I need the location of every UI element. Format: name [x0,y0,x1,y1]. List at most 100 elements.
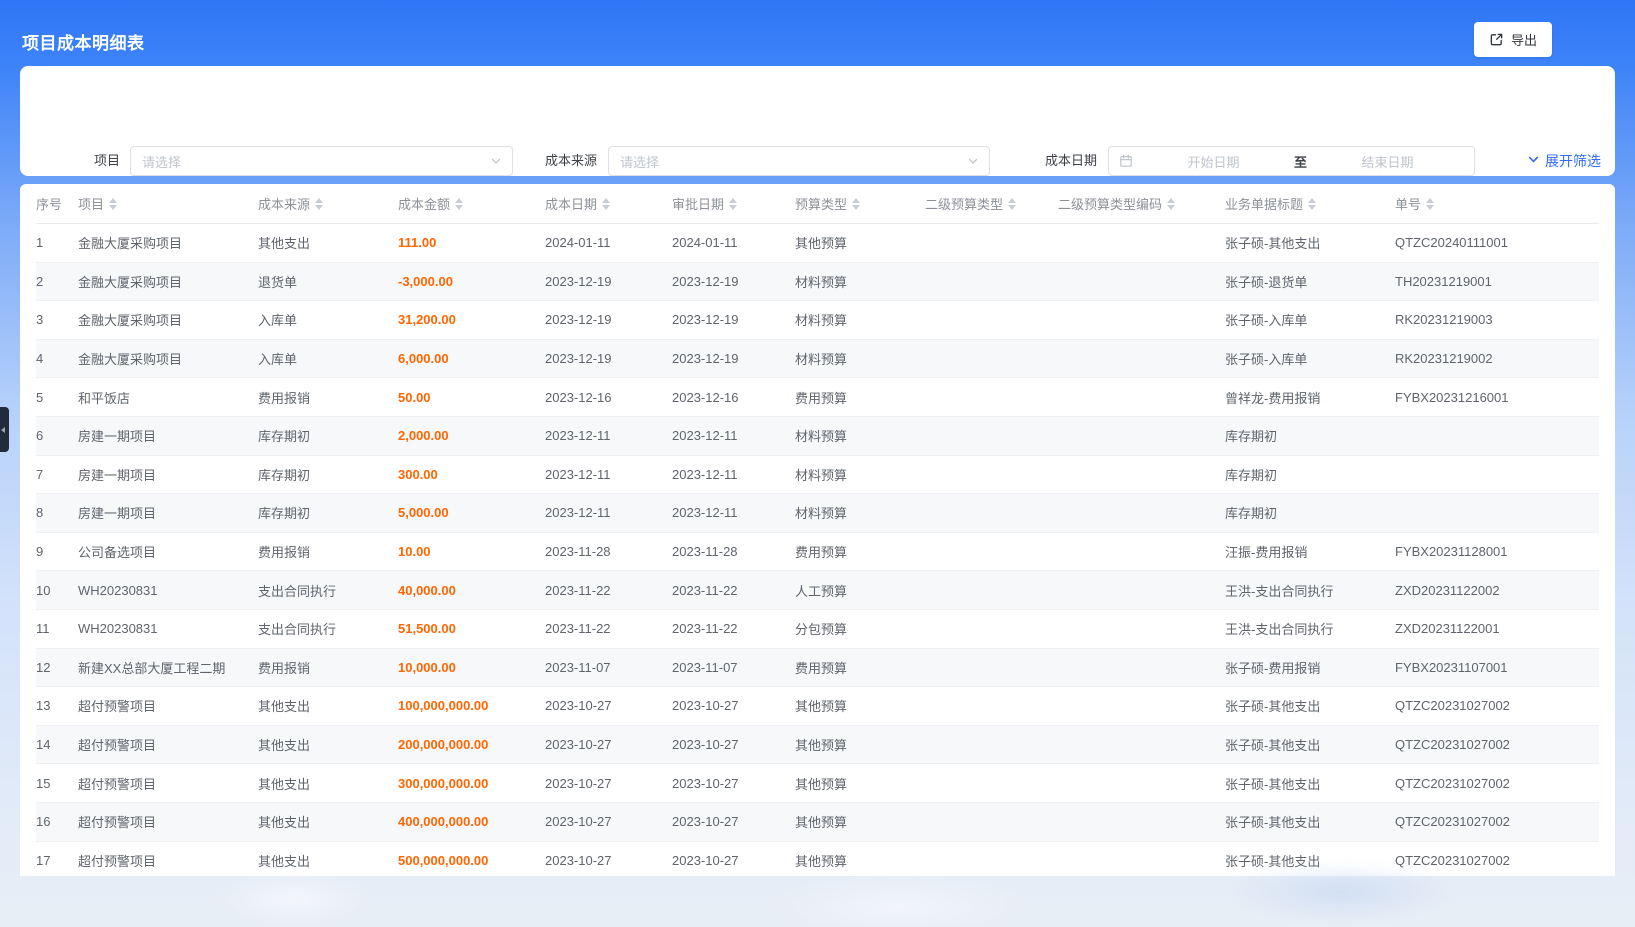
cell-amount: 500,000,000.00 [398,853,545,868]
column-label: 业务单据标题 [1225,194,1303,213]
column-header-sub-budget[interactable]: 二级预算类型 [925,194,1058,213]
cell-budget-type: 费用预算 [795,542,925,561]
cell-approve-date: 2023-12-11 [672,467,795,482]
collapsed-side-panel-handle[interactable] [0,407,9,452]
date-filter-label: 成本日期 [1042,146,1097,176]
sort-caret-icon[interactable] [1008,198,1016,210]
cell-project: 超付预警项目 [78,774,258,793]
cell-index: 6 [36,428,78,443]
cell-index: 13 [36,698,78,713]
column-header-sub-budget-code[interactable]: 二级预算类型编码 [1058,194,1225,213]
cell-doc-title: 张子硕-其他支出 [1225,774,1395,793]
cell-index: 10 [36,583,78,598]
filter-card: 项目 请选择 成本来源 请选择 成本日期 开始日期 至 结束日期 展开筛选 搜索… [20,66,1615,176]
table-row: 11WH20230831支出合同执行51,500.002023-11-22202… [36,610,1599,649]
cell-doc-title: 张子硕-其他支出 [1225,851,1395,870]
sort-caret-icon[interactable] [852,198,860,210]
source-select[interactable]: 请选择 [608,146,990,176]
cell-cost-date: 2023-10-27 [545,814,672,829]
cell-source: 其他支出 [258,735,398,754]
cell-source: 入库单 [258,310,398,329]
sort-caret-icon[interactable] [1167,198,1175,210]
cell-budget-type: 分包预算 [795,619,925,638]
cell-index: 16 [36,814,78,829]
column-header-source[interactable]: 成本来源 [258,194,398,213]
expand-filters-link[interactable]: 展开筛选 [1527,146,1601,176]
cell-budget-type: 材料预算 [795,272,925,291]
cell-cost-date: 2023-12-19 [545,351,672,366]
table-row: 17超付预警项目其他支出500,000,000.002023-10-272023… [36,842,1599,877]
cell-approve-date: 2023-11-07 [672,660,795,675]
cell-doc-title: 张子硕-其他支出 [1225,812,1395,831]
cell-doc-no: TH20231219001 [1395,274,1599,289]
table-row: 4金融大厦采购项目入库单6,000.002023-12-192023-12-19… [36,340,1599,379]
column-label: 序号 [36,194,62,213]
project-filter-label: 项目 [59,146,120,176]
cell-cost-date: 2023-11-22 [545,583,672,598]
cell-project: 房建一期项目 [78,503,258,522]
cell-cost-date: 2023-12-11 [545,467,672,482]
column-header-project[interactable]: 项目 [78,194,258,213]
table-row: 12新建XX总部大厦工程二期费用报销10,000.002023-11-07202… [36,649,1599,688]
cell-approve-date: 2023-10-27 [672,776,795,791]
cell-budget-type: 其他预算 [795,812,925,831]
cell-project: 超付预警项目 [78,735,258,754]
sort-caret-icon[interactable] [109,198,117,210]
table-row: 2金融大厦采购项目退货单-3,000.002023-12-192023-12-1… [36,263,1599,302]
column-label: 成本金额 [398,194,450,213]
cell-project: 金融大厦采购项目 [78,272,258,291]
cell-cost-date: 2023-12-16 [545,390,672,405]
cell-doc-no: QTZC20231027002 [1395,698,1599,713]
cell-budget-type: 材料预算 [795,310,925,329]
cell-project: WH20230831 [78,621,258,636]
cell-doc-no: FYBX20231216001 [1395,390,1599,405]
date-start-placeholder: 开始日期 [1137,152,1290,171]
cell-amount: 40,000.00 [398,583,545,598]
sort-caret-icon[interactable] [315,198,323,210]
cell-doc-no: QTZC20240111001 [1395,235,1599,250]
column-header-doc-no[interactable]: 单号 [1395,194,1599,213]
export-button[interactable]: 导出 [1474,22,1552,57]
cell-doc-title: 张子硕-其他支出 [1225,735,1395,754]
cell-approve-date: 2023-12-11 [672,428,795,443]
cell-doc-no: RK20231219002 [1395,351,1599,366]
column-header-budget-type[interactable]: 预算类型 [795,194,925,213]
column-header-approve-date[interactable]: 审批日期 [672,194,795,213]
cell-source: 费用报销 [258,388,398,407]
cell-index: 17 [36,853,78,868]
export-icon [1489,32,1504,47]
table-row: 6房建一期项目库存期初2,000.002023-12-112023-12-11材… [36,417,1599,456]
sort-caret-icon[interactable] [455,198,463,210]
column-header-doc-title[interactable]: 业务单据标题 [1225,194,1395,213]
cell-project: 新建XX总部大厦工程二期 [78,658,258,677]
cell-doc-title: 张子硕-入库单 [1225,349,1395,368]
column-header-amount[interactable]: 成本金额 [398,194,545,213]
cell-doc-title: 张子硕-入库单 [1225,310,1395,329]
cell-project: 公司备选项目 [78,542,258,561]
cost-detail-table: 序号项目成本来源成本金额 成本日期审批日期预算类型二级预算类型二级预算类型编码业务… [20,184,1615,876]
cell-amount: 50.00 [398,390,545,405]
cell-amount: 5,000.00 [398,505,545,520]
project-select-placeholder: 请选择 [131,152,490,171]
cell-doc-title: 张子硕-费用报销 [1225,658,1395,677]
sort-caret-icon[interactable] [602,198,610,210]
sort-caret-icon[interactable] [1308,198,1316,210]
source-filter-label: 成本来源 [545,146,597,176]
expand-filters-label: 展开筛选 [1545,151,1601,171]
table-row: 1金融大厦采购项目其他支出111.002024-01-112024-01-11其… [36,224,1599,263]
cell-doc-title: 张子硕-其他支出 [1225,696,1395,715]
cell-index: 4 [36,351,78,366]
cell-project: 超付预警项目 [78,812,258,831]
project-select[interactable]: 请选择 [130,146,513,176]
column-header-cost-date[interactable]: 成本日期 [545,194,672,213]
date-range-input[interactable]: 开始日期 至 结束日期 [1108,146,1475,176]
sort-caret-icon[interactable] [1426,198,1434,210]
sort-caret-icon[interactable] [729,198,737,210]
cell-approve-date: 2023-12-11 [672,505,795,520]
cell-source: 库存期初 [258,503,398,522]
cell-budget-type: 费用预算 [795,658,925,677]
cell-index: 14 [36,737,78,752]
column-label: 单号 [1395,194,1421,213]
cell-budget-type: 其他预算 [795,774,925,793]
cell-amount: 10,000.00 [398,660,545,675]
